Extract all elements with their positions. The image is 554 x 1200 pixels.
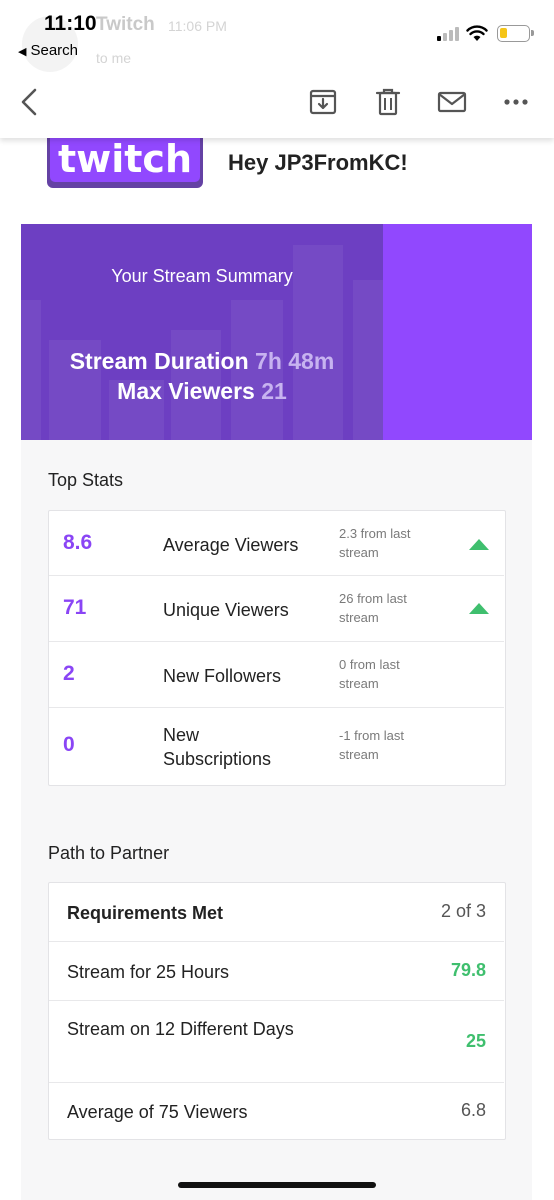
sender-name-ghost: Twitch (96, 14, 155, 35)
more-icon[interactable] (500, 86, 532, 118)
stat-label: New Followers (163, 666, 282, 686)
stream-duration-value: 7h 48m (255, 348, 335, 374)
stat-row-new-subscriptions: 0 New Subscriptions -1 from last stream (49, 708, 504, 785)
back-to-search-link[interactable]: ◀ Search (18, 42, 78, 59)
partner-value: 6.8 (460, 1100, 486, 1120)
stat-label: Average Viewers (163, 535, 299, 555)
received-time-ghost: 11:06 PM (168, 18, 227, 34)
back-triangle-icon: ◀ (18, 46, 27, 58)
stat-row-unique-viewers: 71 Unique Viewers 26 from last stream (49, 576, 504, 642)
back-to-search-label: Search (30, 42, 78, 59)
stat-value: 2 (63, 662, 75, 685)
back-icon[interactable] (14, 86, 46, 118)
partner-label: Stream on 12 Different Days (67, 1019, 294, 1039)
recipient-ghost: to me (96, 50, 132, 66)
trend-up-icon (469, 539, 489, 550)
stat-label: New Subscriptions (163, 725, 272, 769)
stream-duration-label: Stream Duration (69, 348, 249, 374)
partner-value: 25 (465, 1031, 486, 1051)
partner-label: Requirements Met (67, 903, 224, 923)
partner-label: Average of 75 Viewers (67, 1102, 248, 1122)
trash-icon[interactable] (372, 86, 404, 118)
top-stats-card: 8.6 Average Viewers 2.3 from last stream… (48, 510, 506, 786)
stream-summary-banner: Your Stream Summary Stream Duration 7h 4… (21, 224, 532, 440)
email-body: twitch Hey JP3FromKC! Your Stream Summar… (0, 138, 554, 1200)
twitch-logo: twitch (47, 138, 203, 188)
stat-value: 71 (63, 596, 87, 619)
partner-row-requirements: Requirements Met 2 of 3 (49, 883, 504, 942)
partner-row-viewers: Average of 75 Viewers 6.8 (49, 1083, 504, 1139)
archive-icon[interactable] (307, 86, 339, 118)
max-viewers-value: 21 (261, 378, 287, 404)
svg-text:twitch: twitch (58, 138, 192, 181)
stat-change: -1 from last stream (339, 728, 405, 762)
banner-title: Your Stream Summary (111, 266, 293, 286)
stat-change: 2.3 from last stream (339, 526, 411, 560)
top-stats-title: Top Stats (48, 470, 124, 490)
clock: 11:10 (44, 12, 97, 35)
stats-section: Top Stats 8.6 Average Viewers 2.3 from l… (21, 440, 532, 1200)
status-bar: Twitch 11:06 PM to me 11:10 ◀ Search (0, 0, 554, 72)
stat-change: 26 from last stream (339, 591, 407, 625)
home-indicator[interactable] (178, 1182, 376, 1188)
partner-value: 2 of 3 (440, 901, 486, 921)
trend-up-icon (469, 603, 489, 614)
stat-value: 8.6 (63, 531, 93, 554)
stream-duration-line: Stream Duration 7h 48m (21, 348, 383, 375)
path-to-partner-title: Path to Partner (48, 843, 170, 863)
greeting: Hey JP3FromKC! (228, 150, 408, 175)
stat-row-new-followers: 2 New Followers 0 from last stream (49, 642, 504, 708)
partner-row-hours: Stream for 25 Hours 79.8 (49, 942, 504, 1001)
stat-value: 0 (63, 733, 75, 756)
stat-change: 0 from last stream (339, 657, 400, 691)
email-toolbar (0, 68, 554, 138)
path-to-partner-card: Requirements Met 2 of 3 Stream for 25 Ho… (48, 882, 506, 1140)
cellular-signal-icon (437, 27, 461, 41)
partner-label: Stream for 25 Hours (67, 962, 230, 982)
partner-value: 79.8 (450, 960, 486, 980)
banner-panel: Your Stream Summary Stream Duration 7h 4… (21, 224, 383, 440)
battery-icon (497, 25, 534, 42)
partner-row-days: Stream on 12 Different Days 25 (49, 1001, 504, 1083)
max-viewers-line: Max Viewers 21 (21, 378, 383, 405)
wifi-icon (466, 25, 488, 41)
stat-row-average-viewers: 8.6 Average Viewers 2.3 from last stream (49, 511, 504, 576)
max-viewers-label: Max Viewers (117, 378, 255, 404)
mail-icon[interactable] (436, 86, 468, 118)
stat-label: Unique Viewers (163, 600, 289, 620)
